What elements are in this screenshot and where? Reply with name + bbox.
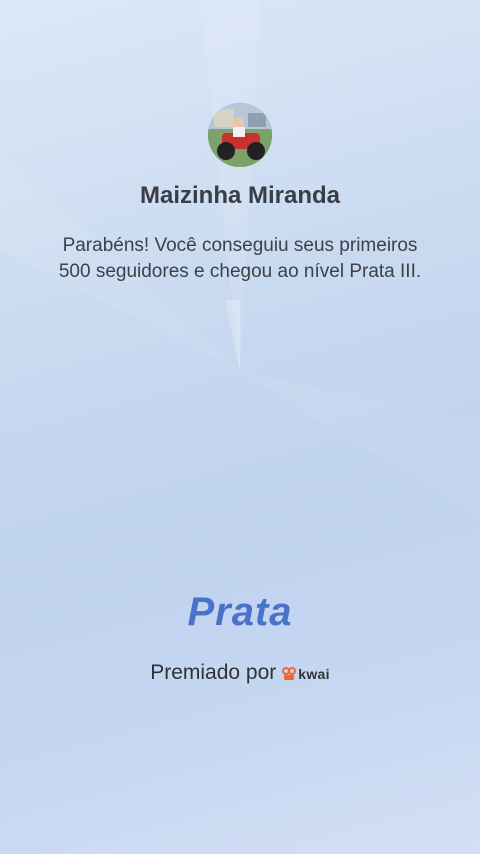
kwai-brand: kwai: [282, 666, 330, 682]
brand-name: kwai: [298, 666, 330, 682]
user-avatar: [208, 103, 272, 167]
awarded-by-label: Premiado por: [150, 661, 277, 684]
congratulations-message: Parabéns! Você conseguiu seus primeiros …: [58, 235, 422, 282]
user-name: Maizinha Miranda: [139, 182, 341, 209]
awarded-by: Premiado por kwai: [0, 661, 480, 685]
kwai-logo-icon: [282, 667, 297, 680]
avatar-photo-icon: [208, 103, 272, 167]
level-title: Prata: [187, 590, 293, 634]
